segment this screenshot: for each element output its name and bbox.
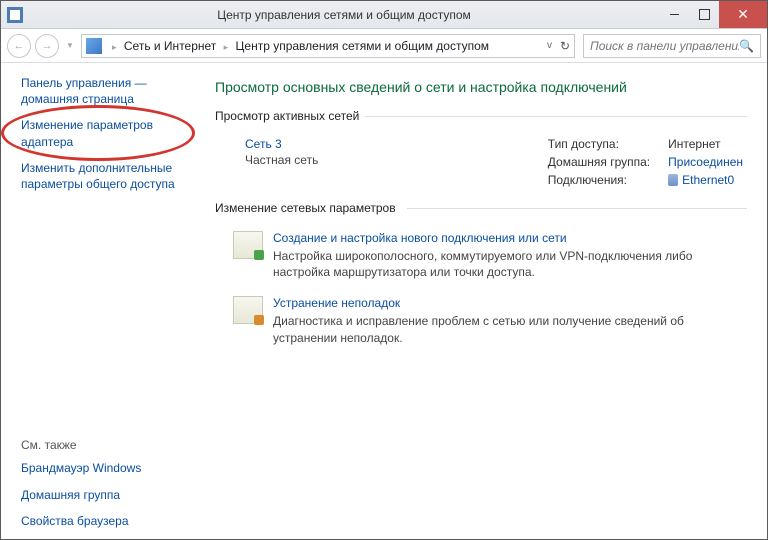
- homegroup-value-link[interactable]: Присоединен: [668, 155, 743, 169]
- app-icon: [7, 7, 23, 23]
- troubleshoot-icon: [233, 296, 263, 324]
- address-bar[interactable]: ▸ Сеть и Интернет ▸ Центр управления сет…: [81, 34, 575, 58]
- change-settings-label: Изменение сетевых параметров: [215, 201, 747, 215]
- back-button[interactable]: ←: [7, 34, 31, 58]
- breadcrumb[interactable]: ▸ Сеть и Интернет ▸ Центр управления сет…: [108, 39, 489, 53]
- location-icon: [86, 38, 102, 54]
- close-button[interactable]: ✕: [719, 1, 767, 28]
- separator-icon: ▸: [220, 42, 233, 52]
- firewall-link[interactable]: Брандмауэр Windows: [21, 460, 191, 476]
- network-type: Частная сеть: [245, 153, 548, 167]
- titlebar: Центр управления сетями и общим доступом…: [1, 1, 767, 29]
- sidebar: Панель управления — домашняя страница Из…: [1, 63, 205, 539]
- see-also-label: См. также: [21, 438, 191, 452]
- homegroup-link[interactable]: Домашняя группа: [21, 487, 191, 503]
- separator-icon: ▸: [108, 42, 121, 52]
- history-dropdown-icon[interactable]: ▾: [63, 40, 77, 51]
- advanced-sharing-link[interactable]: Изменить дополнительные параметры общего…: [21, 160, 191, 192]
- window: Центр управления сетями и общим доступом…: [0, 0, 768, 540]
- active-networks-label: Просмотр активных сетей: [215, 109, 747, 123]
- breadcrumb-item[interactable]: Сеть и Интернет: [124, 39, 216, 53]
- forward-button[interactable]: →: [35, 34, 59, 58]
- toolbar: ← → ▾ ▸ Сеть и Интернет ▸ Центр управлен…: [1, 29, 767, 63]
- access-type-value: Интернет: [668, 137, 743, 151]
- troubleshoot-title[interactable]: Устранение неполадок: [273, 296, 743, 310]
- minimize-button[interactable]: [659, 1, 689, 28]
- adapter-settings-link[interactable]: Изменение параметров адаптера: [21, 117, 191, 149]
- breadcrumb-item[interactable]: Центр управления сетями и общим доступом: [236, 39, 490, 53]
- control-panel-home-link[interactable]: Панель управления — домашняя страница: [21, 75, 191, 107]
- access-type-label: Тип доступа:: [548, 137, 650, 151]
- maximize-button[interactable]: [689, 1, 719, 28]
- search-icon: 🔍: [739, 39, 754, 53]
- setup-connection-icon: [233, 231, 263, 259]
- setup-connection-desc: Настройка широкополосного, коммутируемог…: [273, 248, 743, 280]
- browser-properties-link[interactable]: Свойства браузера: [21, 513, 191, 529]
- body: Панель управления — домашняя страница Из…: [1, 63, 767, 539]
- setup-connection-title[interactable]: Создание и настройка нового подключения …: [273, 231, 743, 245]
- connections-label: Подключения:: [548, 173, 650, 187]
- setup-connection-item[interactable]: Создание и настройка нового подключения …: [215, 223, 747, 288]
- connection-link[interactable]: Ethernet0: [682, 173, 734, 187]
- main-panel: Просмотр основных сведений о сети и наст…: [205, 63, 767, 539]
- window-buttons: ✕: [659, 1, 767, 28]
- refresh-icon[interactable]: ↻: [560, 39, 570, 53]
- network-block: Сеть 3 Частная сеть Тип доступа: Домашня…: [215, 131, 747, 201]
- troubleshoot-desc: Диагностика и исправление проблем с сеть…: [273, 313, 743, 345]
- homegroup-label: Домашняя группа:: [548, 155, 650, 169]
- ethernet-icon: [668, 174, 678, 186]
- troubleshoot-item[interactable]: Устранение неполадок Диагностика и испра…: [215, 288, 747, 353]
- window-title: Центр управления сетями и общим доступом: [29, 8, 659, 22]
- search-box[interactable]: 🔍: [583, 34, 761, 58]
- search-input[interactable]: [590, 39, 739, 53]
- page-heading: Просмотр основных сведений о сети и наст…: [215, 79, 747, 95]
- network-name-link[interactable]: Сеть 3: [245, 137, 548, 151]
- chevron-down-icon[interactable]: v: [547, 40, 552, 51]
